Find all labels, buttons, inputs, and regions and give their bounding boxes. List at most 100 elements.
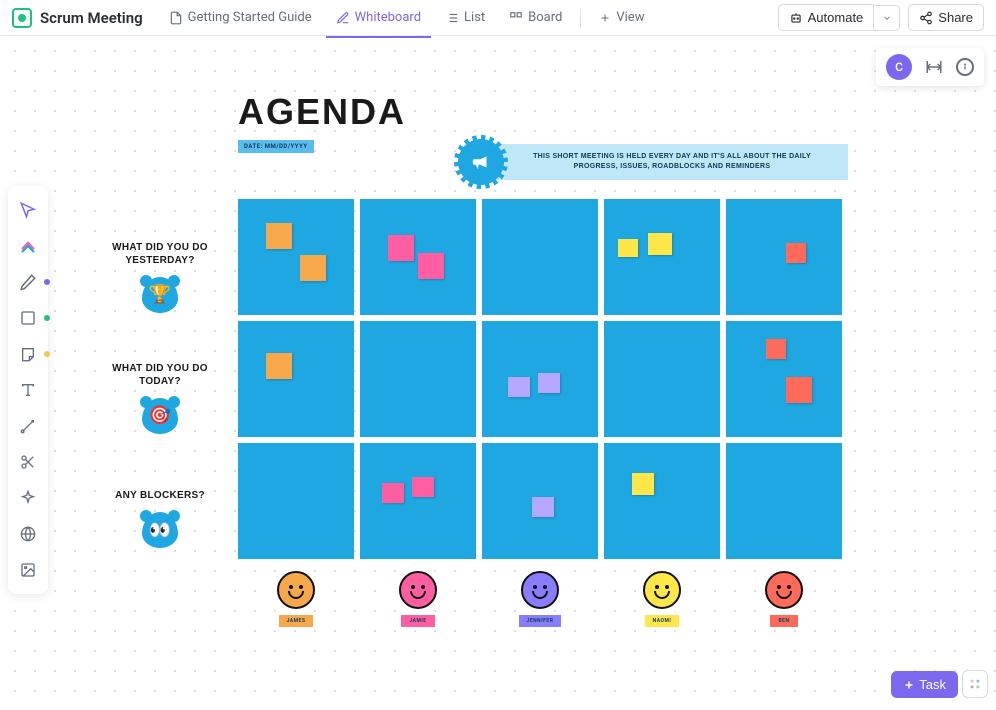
sticky-note[interactable]: [786, 377, 812, 403]
tool-image[interactable]: [12, 554, 44, 586]
grid-cell-r1-c2[interactable]: [482, 321, 598, 437]
sticky-note[interactable]: [412, 477, 434, 497]
divider: [580, 9, 581, 27]
sticky-note[interactable]: [418, 253, 444, 279]
share-icon: [919, 11, 933, 25]
row-label-blockers[interactable]: ANY BLOCKERS? 👀: [100, 461, 220, 576]
people-row: JAMES JAMIE JENNIFER NAOMI BEN: [238, 571, 842, 627]
pen-icon: [19, 273, 37, 291]
grid-cell-r1-c3[interactable]: [604, 321, 720, 437]
grid-cell-r2-c2[interactable]: [482, 443, 598, 559]
agenda-banner[interactable]: THIS SHORT MEETING IS HELD EVERY DAY AND…: [458, 139, 848, 185]
sticky-note[interactable]: [786, 243, 806, 263]
sticky-icon: [20, 346, 36, 362]
agenda-title[interactable]: AGENDA: [238, 91, 406, 133]
grid-cell-r1-c1[interactable]: [360, 321, 476, 437]
person-jamie[interactable]: JAMIE: [360, 571, 476, 627]
grid-cell-r0-c3[interactable]: [604, 199, 720, 315]
tool-pen[interactable]: [12, 266, 44, 298]
sticky-note[interactable]: [648, 233, 672, 255]
board-content: AGENDA DATE: MM/DD/YYYY THIS SHORT MEETI…: [100, 91, 406, 153]
share-button[interactable]: Share: [908, 4, 984, 31]
automate-dropdown[interactable]: [874, 5, 900, 31]
target-icon: 🎯: [142, 398, 178, 434]
sticky-note[interactable]: [382, 483, 404, 503]
sparkle-icon: [20, 490, 36, 506]
person-jennifer[interactable]: JENNIFER: [482, 571, 598, 627]
person-name: NAOMI: [645, 615, 680, 627]
grid-cell-r0-c4[interactable]: [726, 199, 842, 315]
sticky-note[interactable]: [632, 473, 654, 495]
sticky-note[interactable]: [538, 373, 560, 393]
row-label-yesterday[interactable]: WHAT DID YOU DO YESTERDAY? 🏆: [100, 219, 220, 334]
trophy-icon: 🏆: [142, 277, 178, 313]
grid-cell-r2-c1[interactable]: [360, 443, 476, 559]
smiley-icon: [399, 571, 437, 609]
tab-board[interactable]: Board: [499, 4, 572, 31]
grid-cell-r1-c4[interactable]: [726, 321, 842, 437]
tool-select[interactable]: [12, 194, 44, 226]
header-actions: Automate Share: [778, 4, 984, 31]
new-task-button[interactable]: Task: [891, 671, 958, 698]
sticky-note[interactable]: [618, 239, 638, 257]
tool-text[interactable]: [12, 374, 44, 406]
sticky-note[interactable]: [266, 223, 292, 249]
tool-connector[interactable]: [12, 410, 44, 442]
person-name: JENNIFER: [519, 615, 562, 627]
grid-cell-r0-c0[interactable]: [238, 199, 354, 315]
tab-add-view[interactable]: View: [589, 4, 654, 31]
tool-shape[interactable]: [12, 302, 44, 334]
sticky-note[interactable]: [388, 235, 414, 261]
canvas-toolbar: [8, 186, 48, 594]
smiley-icon: [765, 571, 803, 609]
fit-icon: [925, 58, 943, 76]
sticky-note[interactable]: [300, 255, 326, 281]
row-labels: WHAT DID YOU DO YESTERDAY? 🏆 WHAT DID YO…: [100, 219, 220, 582]
person-name: BEN: [770, 615, 797, 627]
whiteboard-canvas[interactable]: C: [0, 36, 996, 710]
info-icon: [960, 62, 970, 72]
page-title[interactable]: Scrum Meeting: [40, 9, 143, 27]
user-avatar[interactable]: C: [886, 54, 912, 80]
color-dot: [44, 351, 50, 357]
view-tabs: Getting Started Guide Whiteboard List Bo…: [159, 4, 655, 31]
person-james[interactable]: JAMES: [238, 571, 354, 627]
grid-cell-r2-c4[interactable]: [726, 443, 842, 559]
fit-width-button[interactable]: [924, 57, 944, 77]
text-icon: [20, 382, 36, 398]
person-name: JAMES: [279, 615, 314, 627]
smiley-icon: [521, 571, 559, 609]
tool-clickup[interactable]: [12, 230, 44, 262]
info-button[interactable]: [956, 58, 974, 76]
tool-ai[interactable]: [12, 482, 44, 514]
grid-cell-r0-c1[interactable]: [360, 199, 476, 315]
grid-cell-r1-c0[interactable]: [238, 321, 354, 437]
tab-list[interactable]: List: [435, 4, 495, 31]
sticky-note[interactable]: [266, 353, 292, 379]
grid-dots-icon: [968, 677, 982, 691]
person-ben[interactable]: BEN: [726, 571, 842, 627]
grid-cell-r0-c2[interactable]: [482, 199, 598, 315]
space-icon[interactable]: [12, 8, 32, 28]
tab-getting-started[interactable]: Getting Started Guide: [159, 4, 322, 31]
person-naomi[interactable]: NAOMI: [604, 571, 720, 627]
grid-cell-r2-c3[interactable]: [604, 443, 720, 559]
board-icon: [509, 11, 523, 25]
tool-scissors[interactable]: [12, 446, 44, 478]
sticky-note[interactable]: [508, 377, 530, 397]
row-label-today[interactable]: WHAT DID YOU DO TODAY? 🎯: [100, 340, 220, 455]
tool-web[interactable]: [12, 518, 44, 550]
plus-icon: [599, 12, 611, 24]
tool-sticky[interactable]: [12, 338, 44, 370]
canvas-overlay: C: [876, 48, 984, 86]
automate-button[interactable]: Automate: [778, 4, 875, 31]
tab-whiteboard[interactable]: Whiteboard: [326, 4, 431, 31]
square-icon: [20, 310, 36, 326]
sticky-note[interactable]: [766, 339, 786, 359]
agenda-date[interactable]: DATE: MM/DD/YYYY: [238, 140, 314, 153]
grid-cell-r2-c0[interactable]: [238, 443, 354, 559]
color-dot: [44, 279, 50, 285]
task-templates-button[interactable]: [962, 670, 988, 698]
sticky-note[interactable]: [532, 497, 554, 517]
person-name: JAMIE: [401, 615, 434, 627]
